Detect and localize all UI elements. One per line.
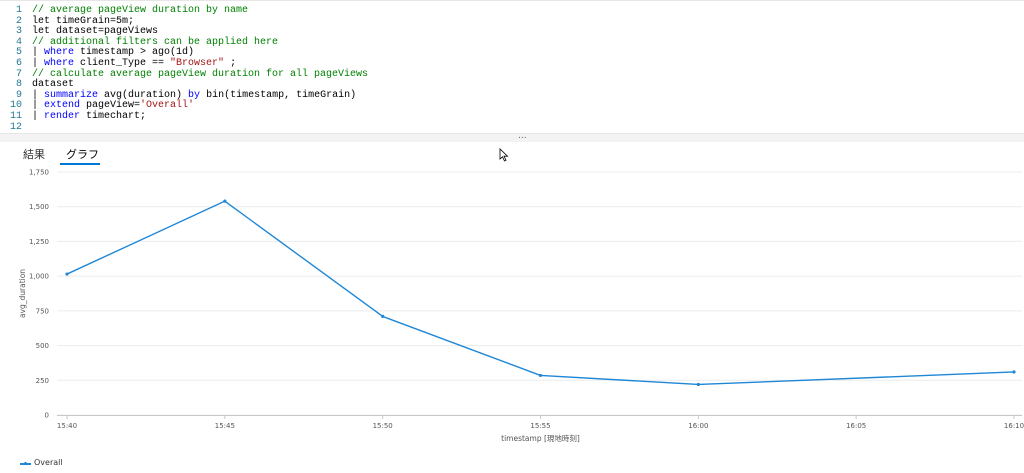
splitter-handle[interactable]: ... xyxy=(518,131,527,141)
code-text[interactable]: // calculate average pageView duration f… xyxy=(32,69,368,80)
results-tabs: 結果 グラフ xyxy=(0,141,1024,165)
legend-series-label: Overall xyxy=(34,458,63,467)
code-token: bin(timestamp, timeGrain) xyxy=(200,89,357,101)
code-token: | xyxy=(32,47,45,59)
code-token: 'Overall' xyxy=(140,100,195,112)
x-tick-label: 15:50 xyxy=(373,422,393,430)
data-point xyxy=(65,272,69,276)
code-text[interactable]: dataset xyxy=(32,79,74,90)
code-token: "Browser" xyxy=(170,58,225,69)
tab-chart[interactable]: グラフ xyxy=(66,146,99,162)
chart-canvas: 0 250 500 750 1,000 1,250 1,500 1,750 15:40 15:45… xyxy=(18,169,1024,444)
code-token: where xyxy=(44,58,75,69)
line-number: 12 xyxy=(9,121,22,133)
line-number: 1 xyxy=(15,5,22,16)
line-number: 8 xyxy=(15,79,22,91)
code-token: | xyxy=(32,111,45,122)
x-tick-label: 16:05 xyxy=(846,422,866,430)
y-axis-title: avg_duration xyxy=(18,269,27,318)
code-token: timechart; xyxy=(80,111,147,122)
data-point xyxy=(696,382,700,387)
line-number: 3 xyxy=(15,26,22,38)
line-number: 6 xyxy=(15,58,22,69)
code-token: extend xyxy=(44,100,81,112)
line-number: 11 xyxy=(9,111,22,122)
x-tick-label: 15:55 xyxy=(530,422,550,430)
line-number: 10 xyxy=(9,100,22,112)
code-token: | xyxy=(32,100,45,112)
code-token: let timeGrain=5m; xyxy=(32,15,135,27)
code-token: let dataset=pageViews xyxy=(32,26,159,38)
tab-results[interactable]: 結果 xyxy=(23,146,45,162)
query-editor[interactable]: 1 // average pageView duration by name 2 le… xyxy=(0,0,1024,134)
x-tick-label: 16:00 xyxy=(688,422,708,430)
code-text[interactable]: | extend pageView='Overall' xyxy=(32,100,194,111)
code-text[interactable]: let timeGrain=5m; xyxy=(32,16,134,27)
y-tick-label: 1,750 xyxy=(29,169,49,177)
y-tick-label: 1,250 xyxy=(29,238,49,246)
data-point xyxy=(223,199,227,203)
code-token: // average pageView duration by name xyxy=(32,5,249,16)
code-token: // calculate average pageView duration f… xyxy=(32,68,369,80)
y-tick-label: 1,000 xyxy=(29,273,49,281)
data-point xyxy=(381,314,385,319)
x-tick-label: 15:45 xyxy=(215,422,235,430)
y-tick-label: 250 xyxy=(36,377,49,385)
y-tick-label: 750 xyxy=(36,307,49,315)
x-tick-label: 15:40 xyxy=(57,422,77,430)
line-number: 7 xyxy=(15,68,22,80)
y-tick-label: 0 xyxy=(45,412,49,420)
code-text[interactable]: // average pageView duration by name xyxy=(32,5,248,16)
x-axis-title: timestamp [現地時刻] xyxy=(501,433,580,443)
data-point xyxy=(538,373,543,378)
code-token: | xyxy=(32,58,45,69)
timechart: 0 250 500 750 1,000 1,250 1,500 1,750 15:40 15:45… xyxy=(0,165,1024,473)
code-text[interactable]: | where client_Type == "Browser" ; xyxy=(32,58,236,69)
code-text[interactable]: | render timechart; xyxy=(32,111,146,122)
y-tick-label: 1,500 xyxy=(29,203,49,211)
series-line xyxy=(66,200,1015,386)
y-tick-label: 500 xyxy=(36,342,49,350)
code-token: pageView= xyxy=(80,100,141,112)
code-token: dataset xyxy=(32,79,75,91)
line-number: 2 xyxy=(15,15,22,27)
code-token: where xyxy=(44,47,75,59)
code-token: render xyxy=(44,111,81,122)
code-token: ; xyxy=(224,58,237,69)
code-text[interactable]: let dataset=pageViews xyxy=(32,26,158,37)
line-number: 9 xyxy=(15,89,22,101)
data-point xyxy=(1012,370,1016,374)
code-token: timestamp > ago(1d) xyxy=(74,47,195,59)
code-text[interactable]: | where timestamp > ago(1d) xyxy=(32,47,194,58)
mouse-pointer-icon xyxy=(499,148,509,162)
line-number: 5 xyxy=(15,47,22,59)
code-token: client_Type == xyxy=(74,58,171,69)
x-tick-label: 16:10 xyxy=(1004,422,1024,430)
legend-series-marker xyxy=(24,462,27,465)
line-number: 4 xyxy=(15,36,22,48)
